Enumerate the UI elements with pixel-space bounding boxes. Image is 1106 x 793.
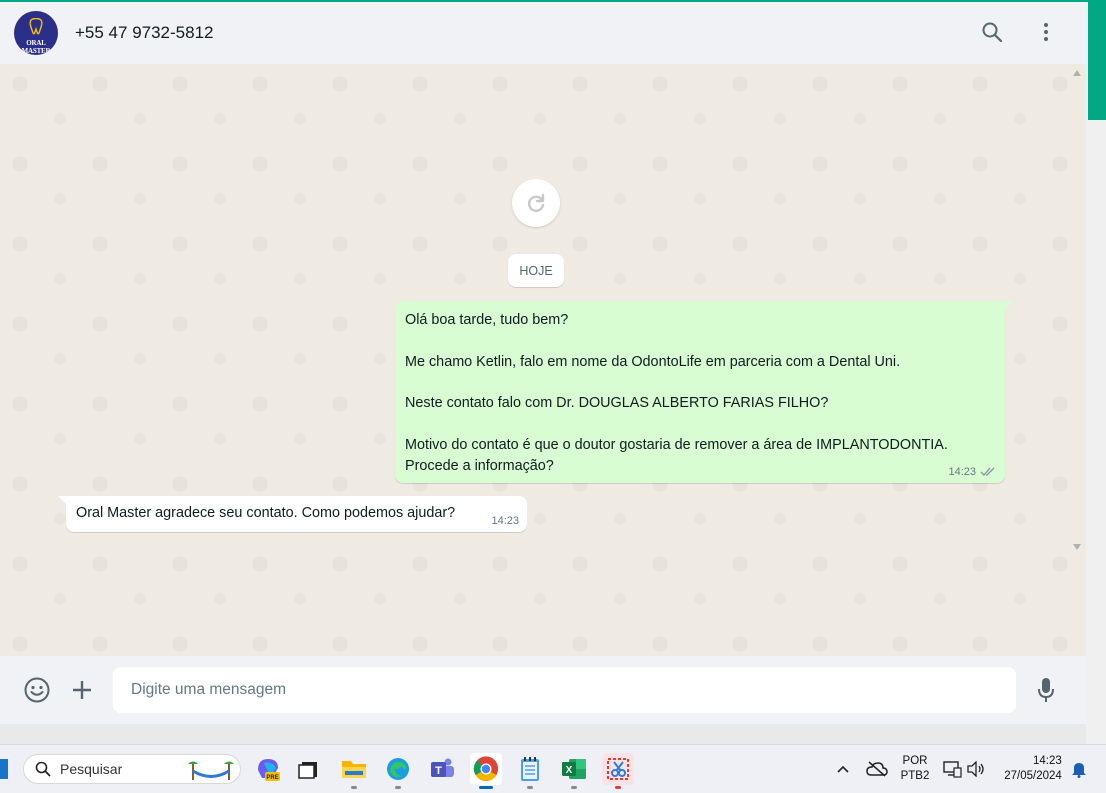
teams-icon[interactable]: T: [426, 753, 458, 785]
svg-text:PRE: PRE: [266, 775, 278, 781]
start-button[interactable]: [0, 759, 8, 779]
taskview-icon[interactable]: [292, 753, 324, 785]
chat-header: ORAL MASTER +55 47 9732-5812: [0, 2, 1086, 64]
accent-line: [0, 0, 1106, 2]
svg-text:X: X: [566, 765, 573, 776]
clock-date: 27/05/2024: [1004, 770, 1062, 782]
load-older-messages-button[interactable]: [512, 179, 560, 227]
excel-icon[interactable]: X: [558, 753, 590, 789]
scroll-up-arrow-icon[interactable]: [1073, 70, 1081, 76]
copilot-icon[interactable]: PRE: [252, 753, 284, 785]
search-icon[interactable]: [980, 20, 1004, 44]
bubble-tail: [58, 496, 67, 505]
bubble-tail: [1004, 301, 1013, 310]
compose-bar: [0, 656, 1086, 724]
avatar[interactable]: ORAL MASTER: [14, 11, 58, 55]
file-explorer-icon[interactable]: [338, 753, 370, 789]
notepad-icon[interactable]: [514, 753, 546, 789]
search-label: Pesquisar: [60, 761, 123, 777]
chat-area[interactable]: HOJE Olá boa tarde, tudo bem? Me chamo K…: [0, 64, 1086, 656]
message-meta: 14:23: [948, 466, 997, 478]
message-line: Motivo do contato é que o doutor gostari…: [405, 436, 948, 453]
onedrive-offline-icon[interactable]: [866, 761, 888, 777]
message-line: Neste contato falo com Dr. DOUGLAS ALBER…: [405, 395, 829, 412]
side-scrollbar-thumb[interactable]: [1088, 2, 1106, 120]
clock[interactable]: 14:23 27/05/2024: [998, 745, 1068, 793]
notification-bell-icon[interactable]: [1071, 760, 1087, 778]
outgoing-message[interactable]: Olá boa tarde, tudo bem? Me chamo Ketlin…: [395, 301, 1013, 483]
menu-dots-icon[interactable]: [1034, 20, 1058, 44]
taskbar-search[interactable]: Pesquisar: [23, 754, 241, 784]
message-line: Me chamo Ketlin, falo em nome da OdontoL…: [405, 353, 901, 370]
hammock-decoration-icon: [188, 761, 234, 780]
language-code: POR: [902, 755, 928, 767]
whatsapp-window: ORAL MASTER +55 47 9732-5812 HOJE Olá bo…: [0, 0, 1086, 724]
message-time: 14:23: [948, 466, 976, 478]
svg-text:T: T: [435, 765, 442, 777]
emoji-icon[interactable]: [23, 676, 51, 704]
plus-icon[interactable]: [68, 676, 96, 704]
date-divider: HOJE: [508, 254, 564, 287]
message-input[interactable]: [113, 667, 1016, 713]
keyboard-layout: PTB2: [900, 770, 930, 782]
message-time: 14:23: [491, 515, 519, 527]
tooth-logo-icon: [29, 18, 43, 35]
scroll-down-arrow-icon[interactable]: [1073, 544, 1081, 550]
double-check-icon: [980, 467, 995, 476]
clock-time: 14:23: [1033, 755, 1062, 767]
windows-taskbar: Pesquisar PRE T X POR PTB2 14:23 27/05/2…: [0, 744, 1106, 793]
chevron-up-icon[interactable]: [836, 764, 850, 774]
message-text: Oral Master agradece seu contato. Como p…: [76, 505, 456, 521]
chrome-icon[interactable]: [470, 753, 502, 789]
snipping-tool-icon[interactable]: [602, 753, 634, 789]
search-icon: [35, 761, 51, 777]
edge-icon[interactable]: [382, 753, 414, 789]
contact-name[interactable]: +55 47 9732-5812: [75, 23, 214, 43]
incoming-message[interactable]: Oral Master agradece seu contato. Como p…: [58, 496, 527, 532]
refresh-icon: [527, 193, 545, 212]
microphone-icon[interactable]: [1032, 676, 1060, 704]
message-text: Olá boa tarde, tudo bem? Me chamo Ketlin…: [405, 310, 997, 476]
message-line: Olá boa tarde, tudo bem?: [405, 312, 569, 328]
volume-icon[interactable]: [966, 761, 986, 777]
message-line: Procede a informação?: [405, 457, 554, 474]
input-language[interactable]: POR PTB2: [898, 745, 932, 793]
avatar-brand-text: ORAL MASTER: [21, 39, 51, 55]
network-icon[interactable]: [942, 760, 962, 778]
